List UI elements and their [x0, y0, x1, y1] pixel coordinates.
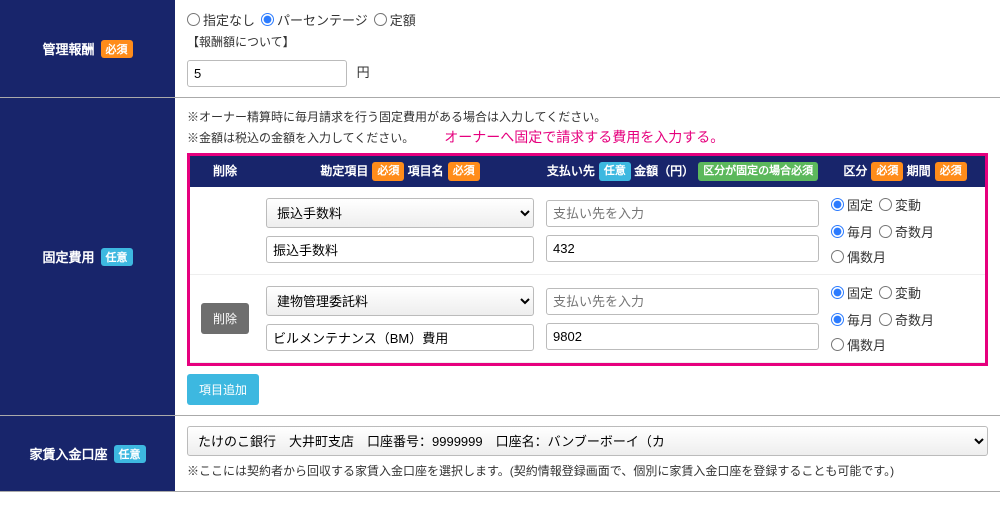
fixedcost-note2: ※金額は税込の金額を入力してください。: [187, 129, 414, 148]
item-name-input[interactable]: [266, 324, 534, 351]
section-label-fee: 管理報酬 必須: [0, 0, 175, 97]
radio-fee-percent[interactable]: [261, 13, 274, 26]
badge-required: 必須: [101, 40, 133, 58]
badge-optional: 任意: [101, 248, 133, 266]
radio-kubun-fixed[interactable]: [831, 198, 844, 211]
radio-fee-none[interactable]: [187, 13, 200, 26]
payee-input[interactable]: [546, 288, 819, 315]
payee-input[interactable]: [546, 200, 819, 227]
table-row: 振込手数料 固定 変動 毎月 奇数月: [190, 187, 985, 275]
item-name-input[interactable]: [266, 236, 534, 263]
delete-button[interactable]: 削除: [201, 303, 249, 334]
fee-unit: 円: [357, 65, 370, 80]
fixedcost-callout: オーナーへ固定で請求する費用を入力する。: [444, 127, 724, 147]
fee-amount-input[interactable]: [187, 60, 347, 87]
radio-kikan-monthly[interactable]: [831, 313, 844, 326]
table-row: 削除 建物管理委託料 固定 変動: [190, 275, 985, 363]
fixedcost-note1: ※オーナー精算時に毎月請求を行う固定費用がある場合は入力してください。: [187, 108, 988, 127]
radio-fee-fixed[interactable]: [374, 13, 387, 26]
th-options: 区分 必須 期間 必須: [825, 156, 985, 188]
account-note: ※ここには契約者から回収する家賃入金口座を選択します。(契約情報登録画面で、個別…: [187, 462, 988, 481]
amount-input[interactable]: [546, 323, 819, 350]
bank-account-select[interactable]: たけのこ銀行 大井町支店 口座番号：9999999 口座名：バンブーボーイ（カ: [187, 426, 988, 456]
radio-kikan-monthly[interactable]: [831, 225, 844, 238]
amount-input[interactable]: [546, 235, 819, 262]
fee-note: 【報酬額について】: [187, 33, 988, 52]
th-delete: 削除: [190, 156, 260, 188]
account-select[interactable]: 建物管理委託料: [266, 286, 534, 316]
add-item-button[interactable]: 項目追加: [187, 374, 259, 405]
th-item: 勘定項目 必須 項目名 必須: [260, 156, 540, 188]
badge-optional: 任意: [114, 445, 146, 463]
radio-kikan-even[interactable]: [831, 338, 844, 351]
account-select[interactable]: 振込手数料: [266, 198, 534, 228]
radio-kubun-variable[interactable]: [879, 198, 892, 211]
section-label-fixedcost: 固定費用 任意: [0, 98, 175, 415]
radio-kubun-fixed[interactable]: [831, 286, 844, 299]
fee-type-radio-group: 指定なし パーセンテージ 定額: [187, 10, 988, 29]
radio-kikan-odd[interactable]: [879, 313, 892, 326]
section-label-account: 家賃入金口座 任意: [0, 416, 175, 491]
radio-kikan-odd[interactable]: [879, 225, 892, 238]
radio-kikan-even[interactable]: [831, 250, 844, 263]
th-payee: 支払い先 任意 金額（円） 区分が固定の場合必須: [540, 156, 825, 188]
radio-kubun-variable[interactable]: [879, 286, 892, 299]
